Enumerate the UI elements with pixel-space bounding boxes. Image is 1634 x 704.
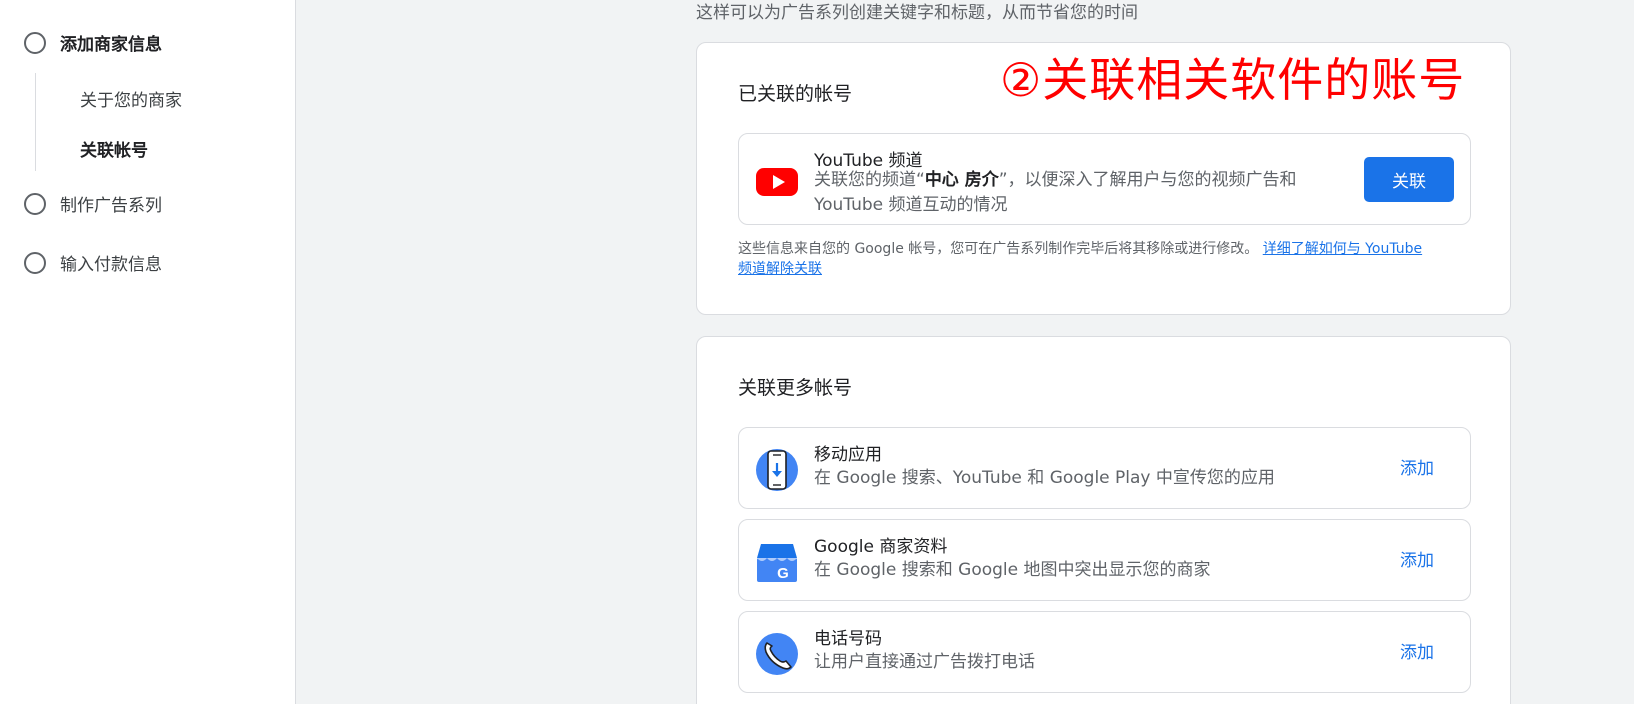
step-create-campaign[interactable]: 制作广告系列 xyxy=(24,191,162,216)
step-connector xyxy=(35,73,36,171)
step-label: 制作广告系列 xyxy=(60,196,162,216)
intro-text: 这样可以为广告系列创建关键字和标题，从而节省您的时间 xyxy=(696,3,1138,23)
step-circle-icon xyxy=(24,251,46,274)
step-payment-info[interactable]: 输入付款信息 xyxy=(24,250,162,275)
step-add-business-info[interactable]: 添加商家信息 xyxy=(24,30,162,55)
mobile-app-icon xyxy=(756,449,798,491)
google-business-desc: 在 Google 搜索和 Google 地图中突出显示您的商家 xyxy=(814,560,1211,580)
youtube-row-desc: 关联您的频道“中心 房介”，以便深入了解用户与您的视频广告和 YouTube 频… xyxy=(814,168,1334,218)
step-label: 输入付款信息 xyxy=(60,255,162,275)
linked-accounts-note: 这些信息来自您的 Google 帐号，您可在广告系列制作完毕后将其移除或进行修改… xyxy=(738,239,1438,279)
google-business-icon: G xyxy=(757,544,797,582)
svg-text:G: G xyxy=(777,565,789,582)
link-more-title: 关联更多帐号 xyxy=(738,377,853,399)
linked-accounts-title: 已关联的帐号 xyxy=(738,83,853,105)
youtube-channel-row: YouTube 频道 关联您的频道“中心 房介”，以便深入了解用户与您的视频广告… xyxy=(738,133,1471,225)
youtube-icon xyxy=(756,168,798,196)
phone-number-title: 电话号码 xyxy=(814,629,882,649)
step-circle-icon xyxy=(24,31,46,54)
add-phone-number-button[interactable]: 添加 xyxy=(1400,638,1434,663)
step-label: 添加商家信息 xyxy=(60,35,162,55)
phone-number-row: 电话号码 让用户直接通过广告拨打电话 添加 xyxy=(738,611,1471,693)
phone-icon xyxy=(756,633,798,675)
google-business-profile-row: G Google 商家资料 在 Google 搜索和 Google 地图中突出显… xyxy=(738,519,1471,601)
sidebar: 添加商家信息 关于您的商家 关联帐号 制作广告系列 输入付款信息 xyxy=(0,0,296,704)
note-text: 这些信息来自您的 Google 帐号，您可在广告系列制作完毕后将其移除或进行修改… xyxy=(738,241,1259,257)
add-mobile-app-button[interactable]: 添加 xyxy=(1400,454,1434,479)
annotation-text: ②关联相关软件的账号 xyxy=(1000,53,1466,107)
link-more-accounts-card: 关联更多帐号 移动应用 在 Google 搜索、YouTube 和 Google… xyxy=(696,336,1511,704)
substep-about-business[interactable]: 关于您的商家 xyxy=(80,86,182,111)
add-google-business-button[interactable]: 添加 xyxy=(1400,546,1434,571)
mobile-app-row: 移动应用 在 Google 搜索、YouTube 和 Google Play 中… xyxy=(738,427,1471,509)
step-circle-icon xyxy=(24,192,46,215)
channel-name: 中心 房介 xyxy=(924,170,999,190)
phone-number-desc: 让用户直接通过广告拨打电话 xyxy=(814,652,1035,672)
substep-link-accounts[interactable]: 关联帐号 xyxy=(80,136,148,161)
mobile-app-desc: 在 Google 搜索、YouTube 和 Google Play 中宣传您的应… xyxy=(814,468,1275,488)
mobile-app-title: 移动应用 xyxy=(814,445,882,465)
link-youtube-button[interactable]: 关联 xyxy=(1364,157,1454,202)
desc-before: 关联您的频道“ xyxy=(814,170,925,190)
google-business-title: Google 商家资料 xyxy=(814,537,948,557)
